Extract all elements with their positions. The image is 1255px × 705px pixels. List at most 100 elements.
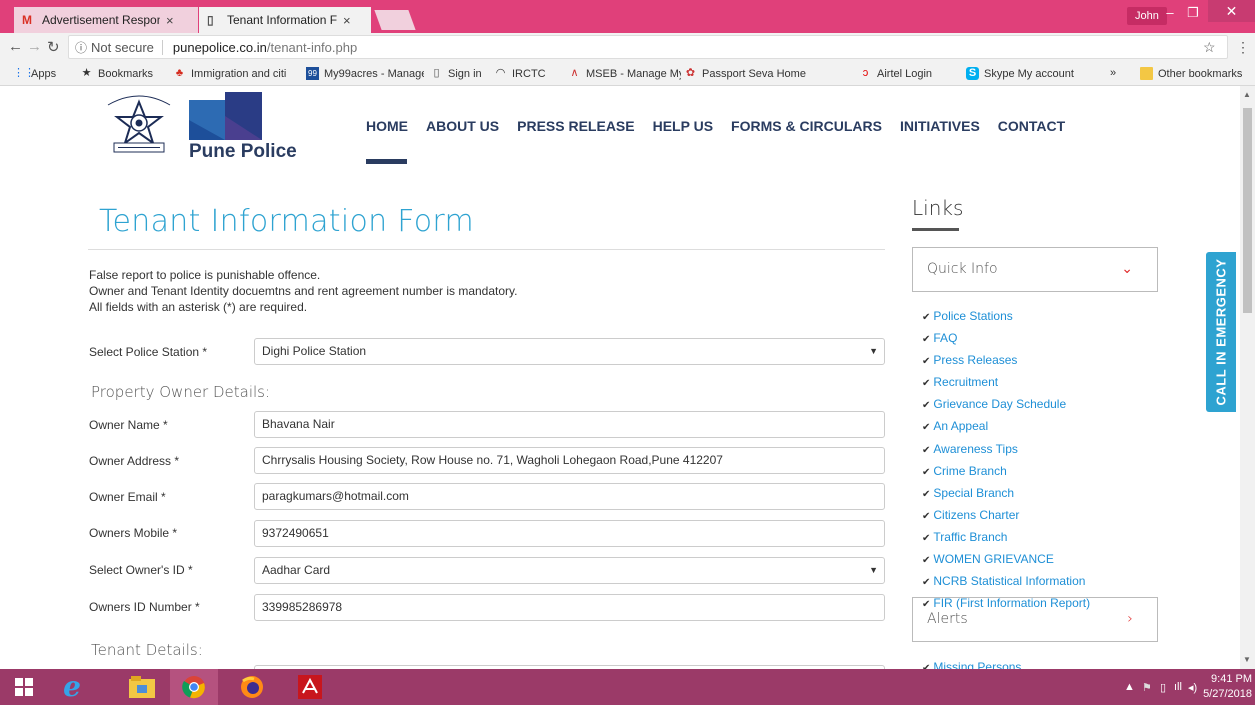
owner-id-number-input[interactable]: 339985286978 — [254, 594, 885, 621]
link-label: Police Stations — [933, 309, 1013, 323]
nav-help-us[interactable]: HELP US — [653, 118, 713, 134]
bookmark-apps[interactable]: ⋮⋮ Apps — [13, 67, 56, 80]
link-crime-branch[interactable]: ✔ Crime Branch — [922, 461, 1090, 483]
owner-email-input[interactable]: paragkumars@hotmail.com — [254, 483, 885, 510]
nav-press-release[interactable]: PRESS RELEASE — [517, 118, 634, 134]
bookmark-99acres[interactable]: 99 My99acres - Manage — [306, 67, 424, 80]
bookmark-sign-in[interactable]: ▯ Sign in — [430, 67, 481, 80]
link-traffic-branch[interactable]: ✔ Traffic Branch — [922, 527, 1090, 549]
tenant-section-heading: Tenant Details: — [91, 641, 203, 659]
link-recruitment[interactable]: ✔ Recruitment — [922, 372, 1090, 394]
chevron-right-icon: › — [1127, 611, 1133, 627]
police-station-value: Dighi Police Station — [262, 344, 367, 358]
scroll-thumb[interactable] — [1243, 108, 1252, 313]
volume-icon[interactable]: ◂) — [1188, 681, 1197, 694]
chevron-down-icon: ⌄ — [1121, 261, 1133, 277]
menu-kebab-icon[interactable]: ⋮ — [1236, 39, 1250, 56]
nav-initiatives[interactable]: INITIATIVES — [900, 118, 980, 134]
bookmark-irctc[interactable]: ◠ IRCTC — [494, 67, 546, 80]
address-bar[interactable]: ⓘ Not secure punepolice.co.in/tenant-inf… — [68, 35, 1228, 59]
link-faq[interactable]: ✔ FAQ — [922, 328, 1090, 350]
owner-id-type-select[interactable]: Aadhar Card ▼ — [254, 557, 885, 584]
link-ncrb-statistical-information[interactable]: ✔ NCRB Statistical Information — [922, 571, 1090, 593]
check-icon: ✔ — [922, 532, 931, 544]
police-station-select[interactable]: Dighi Police Station ▼ — [254, 338, 885, 365]
police-station-label: Select Police Station * — [89, 345, 208, 359]
bookmark-star-icon[interactable]: ☆ — [1203, 39, 1216, 56]
form-notes: False report to police is punishable off… — [89, 267, 517, 315]
link-label: Missing Persons — [933, 660, 1022, 669]
bookmark-label: Airtel Login — [877, 67, 933, 80]
owner-name-input[interactable]: Bhavana Nair — [254, 411, 885, 438]
pune-police-logo-icon[interactable] — [189, 92, 262, 142]
back-icon[interactable]: ← — [8, 38, 23, 55]
tray-overflow-icon[interactable]: ▲ — [1124, 681, 1135, 693]
nav-forms-circulars[interactable]: FORMS & CIRCULARS — [731, 118, 882, 134]
nav-contact[interactable]: CONTACT — [998, 118, 1065, 134]
system-clock[interactable]: 9:41 PM 5/27/2018 — [1200, 672, 1252, 702]
check-icon: ✔ — [922, 555, 931, 567]
signal-icon[interactable]: ıll — [1174, 681, 1182, 693]
link-women-grievance[interactable]: ✔ WOMEN GRIEVANCE — [922, 549, 1090, 571]
links-heading: Links — [912, 196, 964, 220]
alerts-panel[interactable]: Alerts › — [912, 597, 1158, 642]
owner-address-input[interactable]: Chrrysalis Housing Society, Row House no… — [254, 447, 885, 474]
link-awareness-tips[interactable]: ✔ Awareness Tips — [922, 439, 1090, 461]
nav-home[interactable]: HOME — [366, 118, 408, 134]
windows-start-icon[interactable] — [0, 669, 48, 705]
emergency-label: CALL IN EMERGENCY — [1213, 258, 1229, 406]
bookmark-bookmarks[interactable]: ★ Bookmarks — [80, 67, 153, 80]
bookmark-skype[interactable]: S Skype My account — [966, 67, 1074, 80]
close-icon[interactable]: × — [343, 13, 351, 28]
other-bookmarks[interactable]: Other bookmarks — [1140, 67, 1242, 80]
internet-explorer-icon[interactable]: e — [48, 669, 96, 705]
link-label: Press Releases — [933, 353, 1018, 368]
maharashtra-police-emblem[interactable] — [104, 89, 174, 155]
dropdown-caret-icon: ▼ — [869, 565, 878, 575]
mseb-icon: ∧ — [570, 67, 579, 79]
firefox-icon[interactable] — [228, 669, 276, 705]
tab-advertisement-response[interactable]: M Advertisement Response × — [14, 7, 198, 33]
bookmarks-overflow-button[interactable]: » — [1110, 67, 1116, 79]
chrome-icon[interactable] — [170, 669, 218, 705]
link-police-stations[interactable]: ✔ Police Stations — [922, 306, 1090, 328]
link-press-releases[interactable]: ✔ Press Releases — [922, 350, 1090, 372]
link-missing-persons[interactable]: ✔ Missing Persons — [922, 657, 1021, 669]
nav-about-us[interactable]: ABOUT US — [426, 118, 499, 134]
owner-id-type-label: Select Owner's ID * — [89, 563, 193, 577]
site-logo-text[interactable]: Pune Police — [189, 141, 297, 163]
tab-tenant-information-form[interactable]: ▯ Tenant Information Form × — [199, 7, 371, 33]
info-icon[interactable]: ⓘ — [75, 39, 87, 56]
quick-info-panel[interactable]: Quick Info ⌄ — [912, 247, 1158, 292]
restore-icon[interactable]: ❐ — [1180, 5, 1206, 21]
page-scrollbar[interactable]: ▲ ▼ — [1240, 86, 1255, 669]
scroll-down-icon[interactable]: ▼ — [1243, 655, 1251, 664]
scroll-up-icon[interactable]: ▲ — [1243, 90, 1251, 99]
call-in-emergency-button[interactable]: CALL IN EMERGENCY — [1206, 252, 1236, 412]
link-citizens-charter[interactable]: ✔ Citizens Charter — [922, 505, 1090, 527]
battery-icon[interactable]: ▯ — [1160, 681, 1166, 694]
link-label: FAQ — [933, 331, 958, 346]
link-special-branch[interactable]: ✔ Special Branch — [922, 483, 1090, 505]
forward-icon[interactable]: → — [27, 38, 42, 55]
owner-mobile-input[interactable]: 9372490651 — [254, 520, 885, 547]
file-explorer-icon[interactable] — [118, 669, 166, 705]
url-host: punepolice.co.in — [172, 39, 267, 55]
close-icon[interactable]: × — [166, 13, 174, 28]
bookmark-airtel[interactable]: ↄ Airtel Login — [859, 67, 932, 80]
bookmark-passport-seva[interactable]: ✿ Passport Seva Home — [684, 67, 827, 80]
reload-icon[interactable]: ↻ — [47, 38, 60, 56]
check-icon: ✔ — [922, 334, 931, 346]
apps-icon: ⋮⋮ — [13, 67, 35, 79]
alert-links: ✔ Missing Persons — [922, 657, 1021, 669]
check-icon: ✔ — [922, 466, 931, 478]
bookmark-immigration[interactable]: ♣ Immigration and citi — [173, 67, 287, 80]
bookmark-mseb[interactable]: ∧ MSEB - Manage My — [568, 67, 681, 80]
owner-id-number-label: Owners ID Number * — [89, 600, 200, 614]
new-tab-button[interactable] — [374, 10, 416, 30]
acrobat-icon[interactable] — [286, 669, 334, 705]
link-an-appeal[interactable]: ✔ An Appeal — [922, 416, 1090, 438]
window-close-button[interactable]: ✕ — [1208, 0, 1255, 22]
network-warning-icon[interactable]: ⚑ — [1142, 681, 1152, 694]
link-grievance-day-schedule[interactable]: ✔ Grievance Day Schedule — [922, 394, 1090, 416]
